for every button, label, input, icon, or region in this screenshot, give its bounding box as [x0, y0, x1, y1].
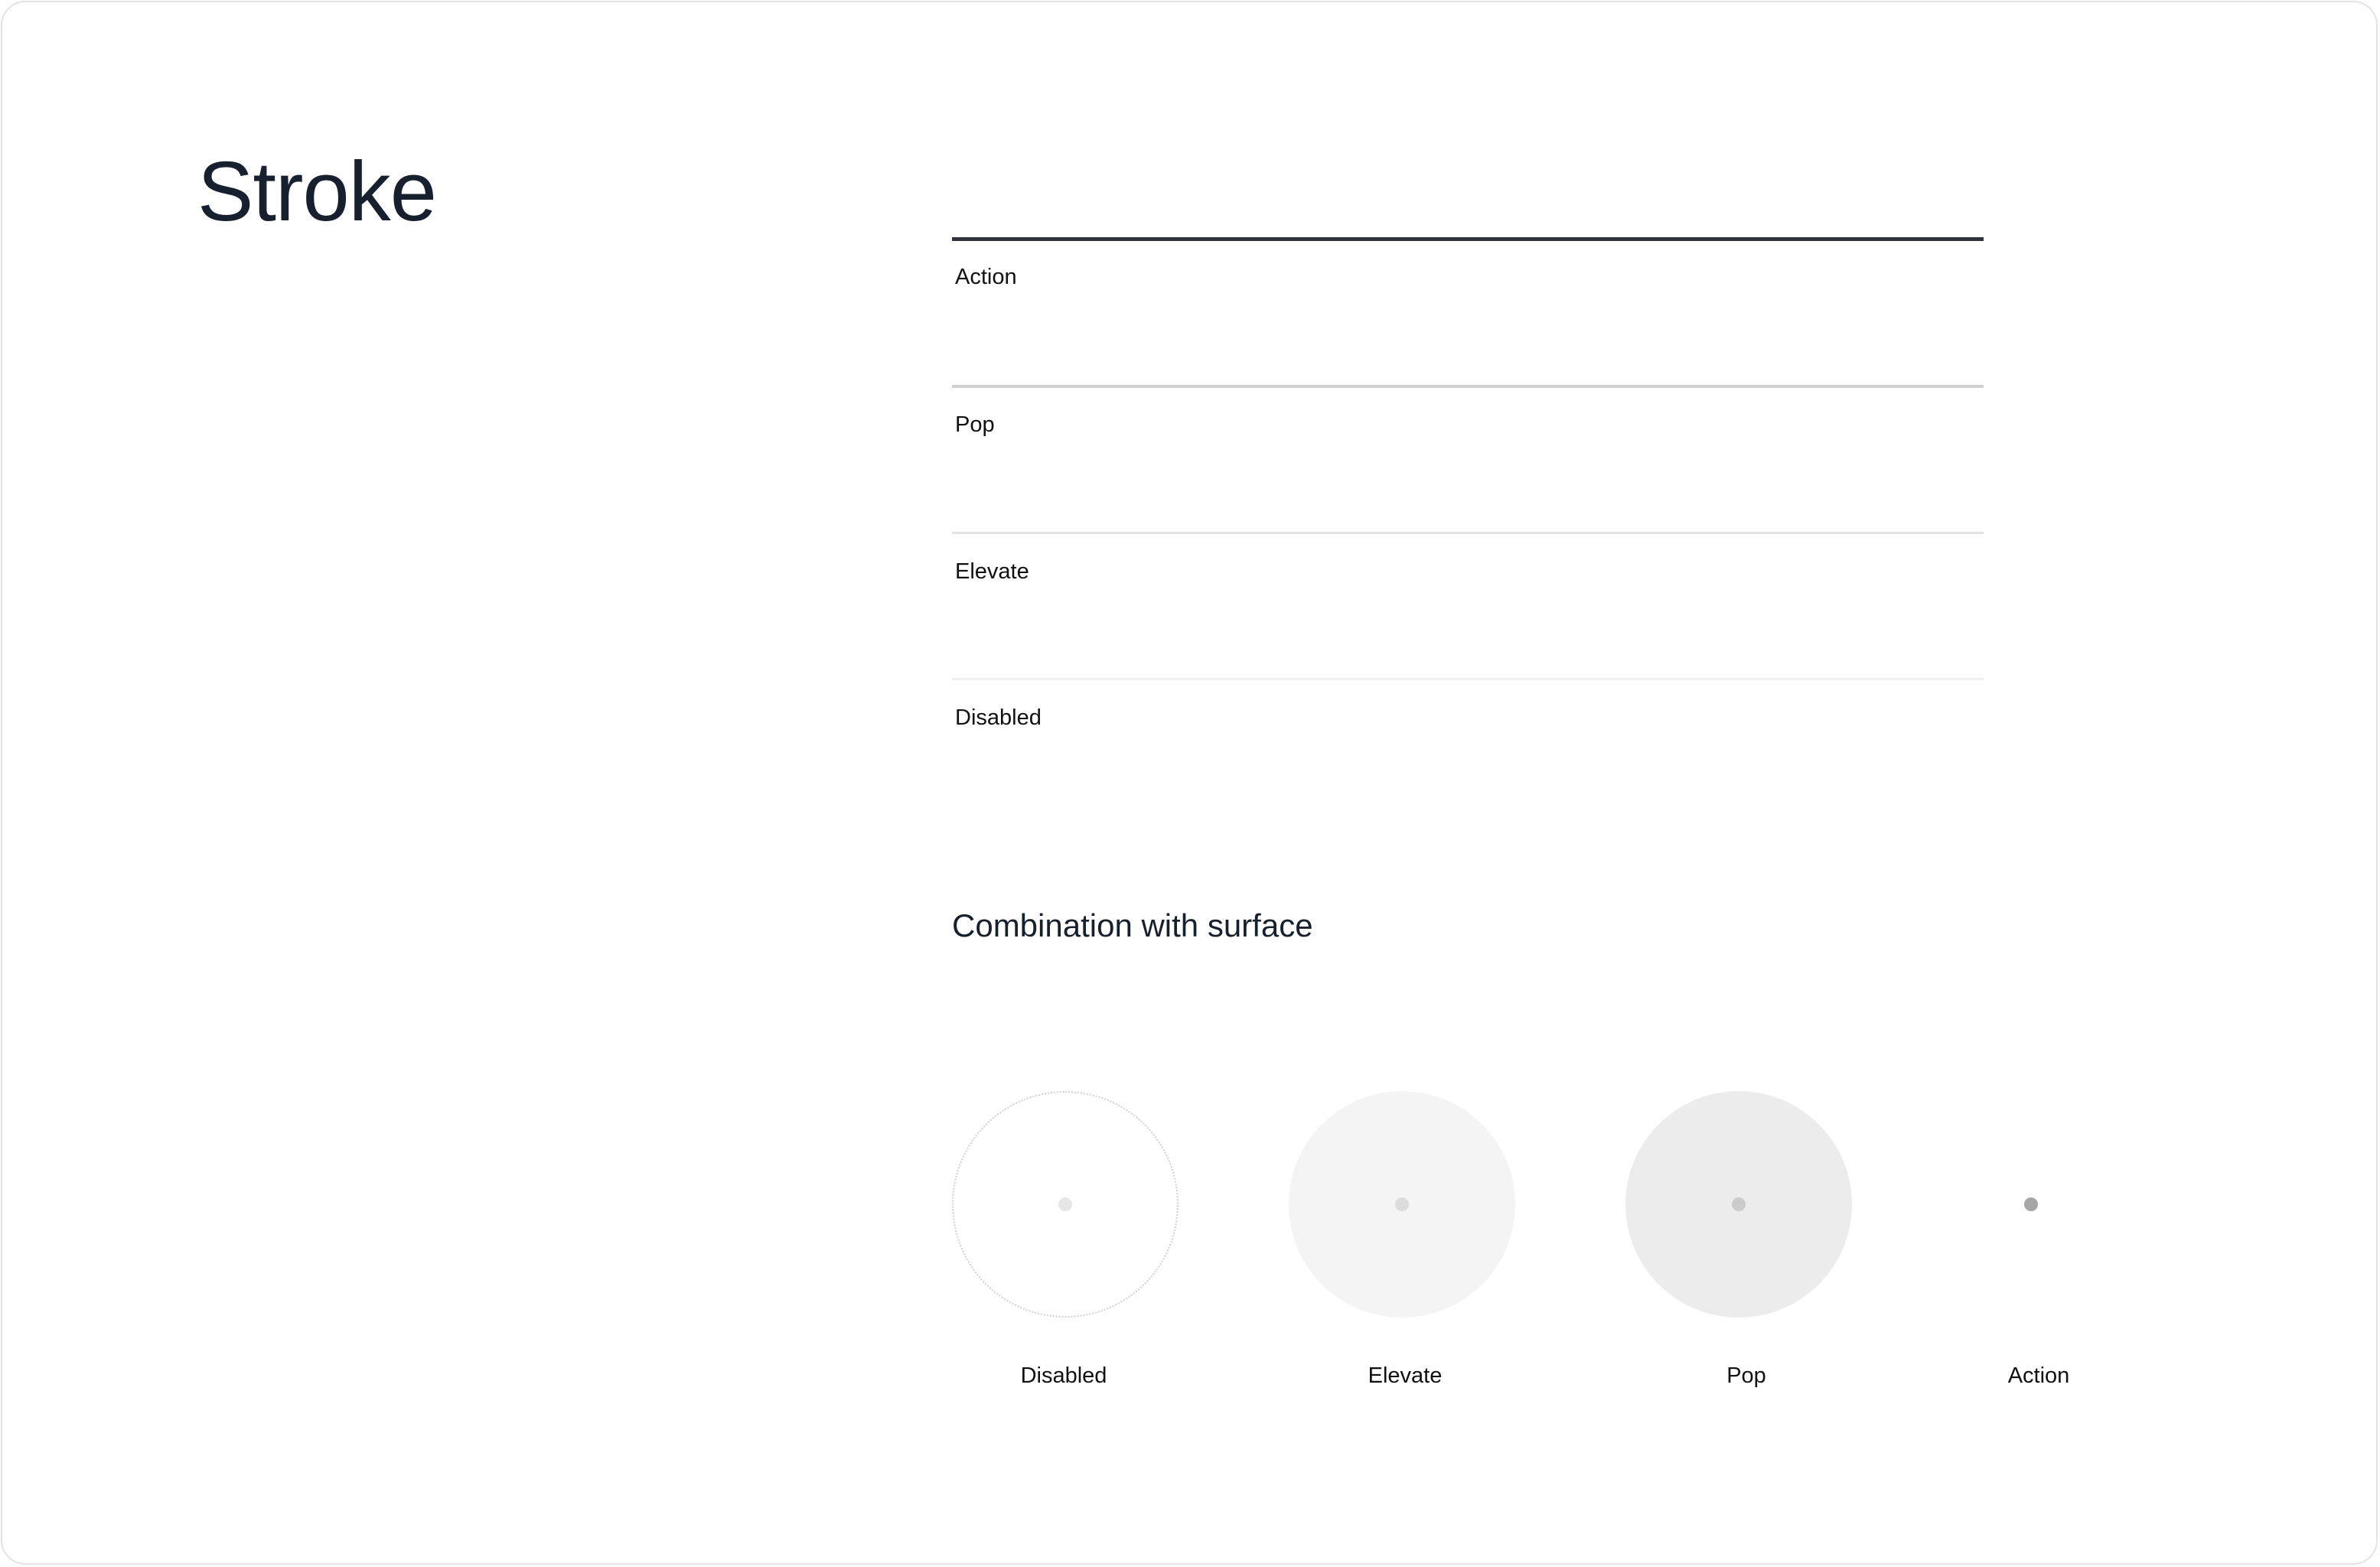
- swatch-dot-pop: [1732, 1197, 1746, 1211]
- swatch-dot-disabled: [1058, 1197, 1072, 1211]
- swatch-elevate: [1289, 1091, 1515, 1318]
- stroke-label-elevate: Elevate: [955, 559, 1029, 584]
- section-heading: Combination with surface: [952, 907, 1313, 943]
- stroke-row-elevate: Elevate: [952, 532, 1984, 584]
- page-title: Stroke: [197, 145, 437, 239]
- stroke-label-pop: Pop: [955, 412, 995, 437]
- stroke-label-disabled: Disabled: [955, 705, 1042, 730]
- swatch-dot-action: [2024, 1197, 2038, 1211]
- swatch-disabled: [952, 1091, 1179, 1318]
- swatch-pop: [1625, 1091, 1852, 1318]
- stroke-line-pop: [952, 385, 1984, 388]
- swatch-label-elevate: Elevate: [1368, 1363, 1443, 1388]
- swatch-action: [1918, 1091, 2144, 1318]
- stroke-row-action: Action: [952, 237, 1984, 289]
- stroke-line-elevate: [952, 532, 1984, 534]
- stroke-label-action: Action: [955, 265, 1017, 289]
- swatch-label-action: Action: [2007, 1363, 2070, 1388]
- swatch-label-pop: Pop: [1726, 1363, 1766, 1388]
- swatch-label-disabled: Disabled: [1020, 1363, 1107, 1388]
- swatch-dot-elevate: [1395, 1197, 1409, 1211]
- stroke-row-pop: Pop: [952, 385, 1984, 437]
- stroke-line-disabled: [952, 678, 1984, 680]
- stroke-row-disabled: Disabled: [952, 678, 1984, 730]
- stroke-line-action: [952, 237, 1984, 241]
